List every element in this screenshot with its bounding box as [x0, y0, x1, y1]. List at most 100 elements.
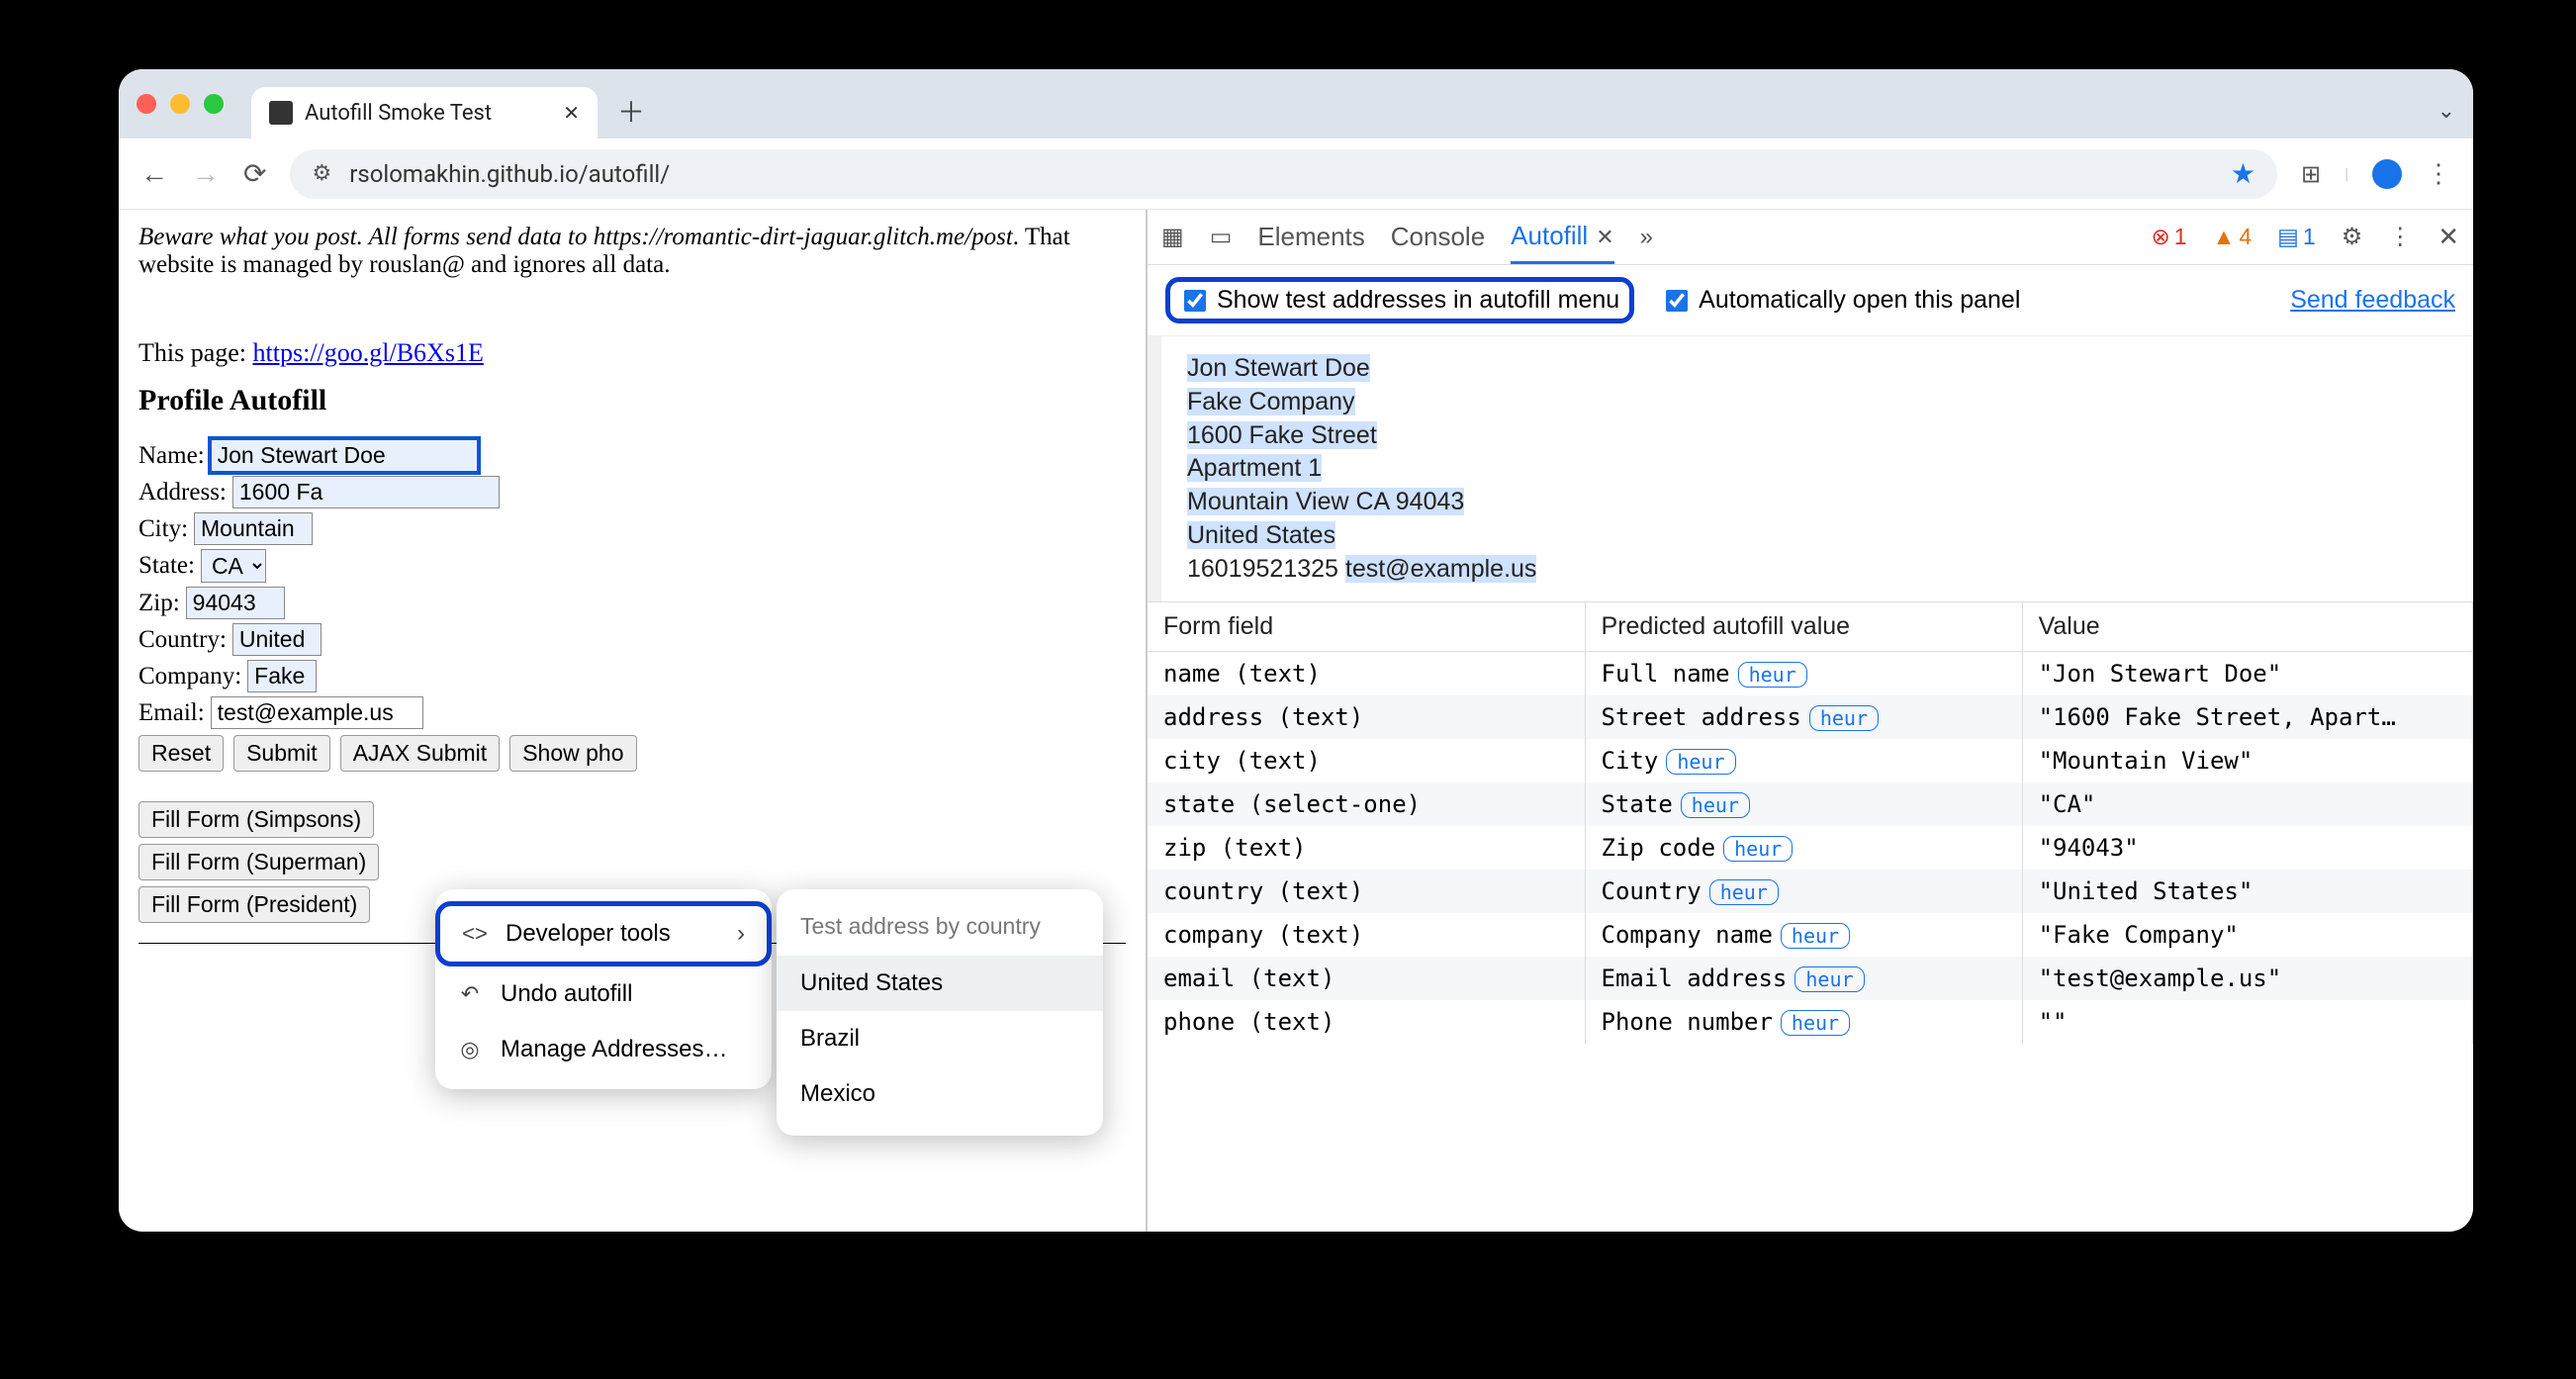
- heur-badge: heur: [1723, 836, 1793, 862]
- submenu-mexico[interactable]: Mexico: [777, 1066, 1103, 1122]
- bookmark-star-icon[interactable]: ★: [2231, 157, 2255, 190]
- heur-badge: heur: [1794, 966, 1864, 992]
- cell-predicted: Countryheur: [1585, 870, 2022, 913]
- ajax-submit-button[interactable]: AJAX Submit: [340, 735, 501, 772]
- inspect-icon[interactable]: ▦: [1161, 223, 1184, 251]
- cell-form-field: state (select-one): [1148, 782, 1585, 826]
- browser-tab[interactable]: Autofill Smoke Test ✕: [251, 87, 598, 138]
- window-controls: [137, 94, 224, 114]
- page-heading: Profile Autofill: [138, 384, 1126, 417]
- tab-autofill[interactable]: Autofill✕: [1511, 211, 1613, 264]
- maximize-window-button[interactable]: [204, 94, 224, 114]
- table-row[interactable]: email (text)Email addressheur"test@examp…: [1148, 957, 2473, 1000]
- auto-open-panel-input[interactable]: [1666, 290, 1688, 312]
- cell-form-field: city (text): [1148, 739, 1585, 782]
- error-count[interactable]: ⊗ 1: [2152, 224, 2187, 250]
- table-row[interactable]: address (text)Street addressheur"1600 Fa…: [1148, 695, 2473, 739]
- address-label: Address:: [138, 479, 227, 506]
- heur-badge: heur: [1809, 705, 1879, 731]
- cell-value: "94043": [2022, 826, 2472, 870]
- city-label: City:: [138, 515, 188, 543]
- table-row[interactable]: state (select-one)Stateheur"CA": [1148, 782, 2473, 826]
- autofill-table: Form field Predicted autofill value Valu…: [1148, 601, 2473, 1044]
- info-count[interactable]: ▤ 1: [2277, 224, 2316, 250]
- heur-badge: heur: [1709, 879, 1779, 905]
- col-value: Value: [2022, 602, 2472, 652]
- submenu-us[interactable]: United States: [777, 956, 1103, 1011]
- reset-button[interactable]: Reset: [138, 735, 224, 772]
- code-icon: <>: [462, 921, 488, 947]
- table-row[interactable]: city (text)Cityheur"Mountain View": [1148, 739, 2473, 782]
- table-row[interactable]: phone (text)Phone numberheur"": [1148, 1000, 2473, 1044]
- send-feedback-link[interactable]: Send feedback: [2290, 286, 2455, 315]
- chrome-icon: ◎: [457, 1037, 483, 1062]
- zip-label: Zip:: [138, 590, 180, 617]
- divider: |: [2345, 164, 2348, 183]
- close-tab-x-icon[interactable]: ✕: [1596, 225, 1613, 249]
- extensions-icon[interactable]: ⊞: [2301, 160, 2321, 188]
- menu-manage-addresses[interactable]: ◎ Manage Addresses…: [435, 1022, 772, 1077]
- city-input[interactable]: [194, 512, 313, 545]
- devtools-panel: ▦ ▭ Elements Console Autofill✕ » ⊗ 1 ▲ 4…: [1148, 210, 2473, 1232]
- name-input[interactable]: [211, 439, 478, 472]
- cell-value: "": [2022, 1000, 2472, 1044]
- new-tab-button[interactable]: ＋: [617, 91, 645, 131]
- state-select[interactable]: CA: [201, 549, 266, 583]
- cell-predicted: Cityheur: [1585, 739, 2022, 782]
- show-phone-button[interactable]: Show pho: [509, 735, 636, 772]
- email-input[interactable]: [211, 696, 423, 729]
- company-input[interactable]: [247, 660, 317, 692]
- cell-value: "United States": [2022, 870, 2472, 913]
- close-window-button[interactable]: [137, 94, 156, 114]
- cell-value: "Jon Stewart Doe": [2022, 652, 2472, 696]
- chrome-menu-button[interactable]: ⋮: [2426, 159, 2451, 189]
- cell-value: "Mountain View": [2022, 739, 2472, 782]
- show-test-addresses-input[interactable]: [1184, 290, 1206, 312]
- fill-president-button[interactable]: Fill Form (President): [138, 886, 370, 923]
- submit-button[interactable]: Submit: [233, 735, 330, 772]
- country-input[interactable]: [232, 623, 322, 656]
- menu-undo-autofill[interactable]: ↶ Undo autofill: [435, 966, 772, 1022]
- close-tab-icon[interactable]: ✕: [563, 101, 580, 125]
- tab-elements[interactable]: Elements: [1257, 212, 1364, 262]
- more-tabs-icon[interactable]: »: [1640, 224, 1653, 251]
- site-settings-icon[interactable]: ⚙: [312, 161, 331, 186]
- state-label: State:: [138, 552, 195, 580]
- forward-button[interactable]: →: [192, 157, 220, 190]
- minimize-window-button[interactable]: [170, 94, 190, 114]
- test-address-submenu: Test address by country United States Br…: [777, 889, 1103, 1136]
- back-button[interactable]: ←: [140, 157, 168, 190]
- table-row[interactable]: country (text)Countryheur"United States": [1148, 870, 2473, 913]
- warning-count[interactable]: ▲ 4: [2213, 224, 2253, 250]
- cell-value: "CA": [2022, 782, 2472, 826]
- col-predicted: Predicted autofill value: [1585, 602, 2022, 652]
- tab-console[interactable]: Console: [1391, 212, 1485, 262]
- table-row[interactable]: zip (text)Zip codeheur"94043": [1148, 826, 2473, 870]
- fill-simpsons-button[interactable]: Fill Form (Simpsons): [138, 801, 374, 838]
- auto-open-panel-checkbox[interactable]: Automatically open this panel: [1662, 286, 2020, 315]
- zip-input[interactable]: [186, 587, 285, 619]
- reload-button[interactable]: ⟳: [243, 157, 266, 190]
- address-bar[interactable]: ⚙ rsolomakhin.github.io/autofill/ ★: [290, 149, 2277, 199]
- cell-value: "Fake Company": [2022, 913, 2472, 957]
- cell-value: "1600 Fake Street, Apart…: [2022, 695, 2472, 739]
- name-label: Name:: [138, 442, 205, 470]
- this-page-link[interactable]: https://goo.gl/B6Xs1E: [253, 338, 484, 367]
- heur-badge: heur: [1738, 662, 1807, 688]
- devtools-settings-icon[interactable]: ⚙: [2342, 223, 2363, 251]
- table-row[interactable]: name (text)Full nameheur"Jon Stewart Doe…: [1148, 652, 2473, 696]
- fill-superman-button[interactable]: Fill Form (Superman): [138, 844, 379, 880]
- submenu-brazil[interactable]: Brazil: [777, 1011, 1103, 1066]
- show-test-addresses-checkbox[interactable]: Show test addresses in autofill menu: [1165, 277, 1634, 323]
- col-form-field: Form field: [1148, 602, 1585, 652]
- address-input[interactable]: [232, 476, 500, 508]
- devtools-close-icon[interactable]: ✕: [2438, 222, 2459, 252]
- profile-avatar[interactable]: [2372, 159, 2402, 189]
- devtools-menu-icon[interactable]: ⋮: [2388, 223, 2412, 251]
- menu-developer-tools[interactable]: <> Developer tools ›: [435, 901, 772, 966]
- tab-title: Autofill Smoke Test: [305, 101, 551, 126]
- device-toolbar-icon[interactable]: ▭: [1210, 223, 1233, 251]
- table-row[interactable]: company (text)Company nameheur"Fake Comp…: [1148, 913, 2473, 957]
- tab-search-button[interactable]: ⌄: [2438, 99, 2455, 124]
- devtools-tab-bar: ▦ ▭ Elements Console Autofill✕ » ⊗ 1 ▲ 4…: [1148, 210, 2473, 265]
